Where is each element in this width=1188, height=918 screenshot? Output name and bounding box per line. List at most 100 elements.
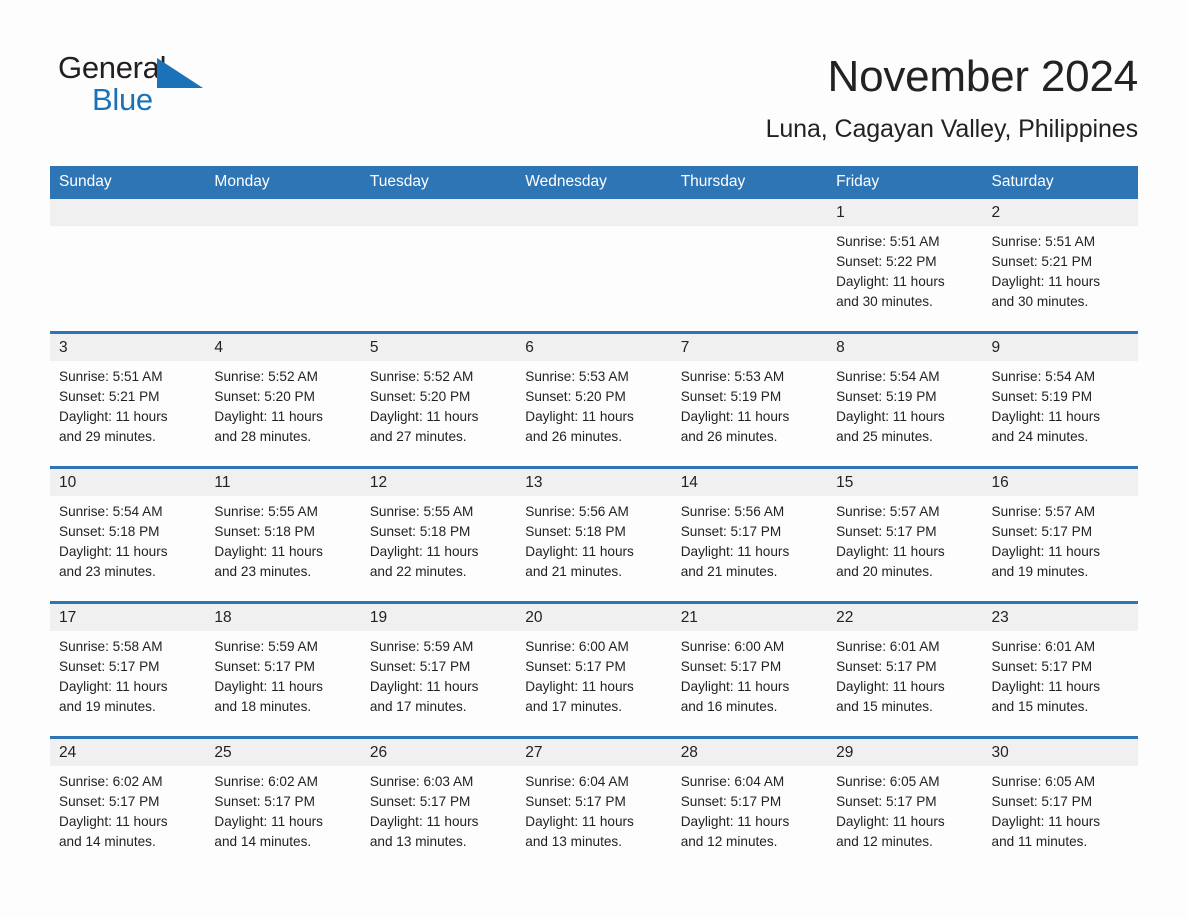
calendar-day-cell[interactable]: 6 Sunrise: 5:53 AM Sunset: 5:20 PM Daylight… — [516, 332, 672, 469]
day-cell-inner: 7 Sunrise: 5:53 AM Sunset: 5:19 PM Daylight… — [671, 333, 828, 466]
calendar-day-cell[interactable]: 13 Sunrise: 5:56 AM Sunset: 5:18 PM Dayligh… — [516, 467, 672, 604]
day-cell-inner: 19 Sunrise: 5:59 AM Sunset: 5:17 PM Dayligh… — [360, 603, 517, 736]
calendar-day-cell[interactable]: 7 Sunrise: 5:53 AM Sunset: 5:19 PM Daylight… — [671, 332, 828, 469]
sunrise-time: Sunrise: 5:54 AM — [59, 503, 163, 519]
day-cell-inner: 9 Sunrise: 5:54 AM Sunset: 5:19 PM Daylight… — [982, 333, 1138, 466]
day-details: Sunrise: 5:52 AM Sunset: 5:20 PM Daylight:… — [205, 361, 360, 447]
sunset-time: Sunset: 5:17 PM — [59, 793, 160, 809]
day-cell-inner: 24 Sunrise: 6:02 AM Sunset: 5:17 PM Dayligh… — [50, 738, 206, 871]
sunrise-time: Sunrise: 6:00 AM — [680, 638, 785, 654]
day-cell-inner: 11 Sunrise: 5:55 AM Sunset: 5:18 PM Dayligh… — [205, 468, 361, 601]
calendar-day-cell[interactable]: 26 Sunrise: 6:03 AM Sunset: 5:17 PM Dayligh… — [360, 737, 517, 871]
day-cell-inner: 2 Sunrise: 5:51 AM Sunset: 5:21 PM Daylight… — [982, 198, 1138, 331]
calendar-day-cell[interactable]: 5 Sunrise: 5:52 AM Sunset: 5:20 PM Daylight… — [360, 332, 517, 469]
calendar-day-cell[interactable]: 10 Sunrise: 5:54 AM Sunset: 5:18 PM Dayligh… — [50, 467, 206, 604]
logo-text-general: General — [58, 50, 167, 85]
sunset-time: Sunset: 5:20 PM — [369, 388, 471, 404]
sunset-time: Sunset: 5:20 PM — [214, 388, 315, 404]
calendar-day-cell[interactable]: 4 Sunrise: 5:52 AM Sunset: 5:20 PM Daylight… — [205, 332, 361, 469]
calendar-day-cell[interactable]: 24 Sunrise: 6:02 AM Sunset: 5:17 PM Dayligh… — [50, 737, 206, 871]
daylight-duration-line-2: and 13 minutes. — [369, 833, 467, 849]
daylight-duration-line-2: and 14 minutes. — [214, 833, 312, 849]
daylight-duration-line-1: Daylight: 11 hours — [369, 408, 479, 424]
day-number: 5 — [360, 333, 517, 361]
day-details: Sunrise: 5:57 AM Sunset: 5:17 PM Daylight:… — [983, 496, 1138, 582]
daylight-duration-line-2: and 21 minutes. — [680, 563, 778, 579]
sunrise-time: Sunrise: 5:51 AM — [836, 233, 940, 249]
calendar-day-cell[interactable]: 16 Sunrise: 5:57 AM Sunset: 5:17 PM Dayligh… — [982, 467, 1138, 604]
day-details: Sunrise: 6:05 AM Sunset: 5:17 PM Daylight:… — [983, 766, 1138, 852]
sunrise-time: Sunrise: 6:03 AM — [369, 773, 474, 789]
day-number: 26 — [360, 738, 517, 766]
weekday-header-monday: Monday — [205, 165, 361, 199]
daylight-duration-line-2: and 26 minutes. — [680, 428, 778, 444]
daylight-duration-line-2: and 19 minutes. — [991, 563, 1089, 579]
calendar-day-cell[interactable]: 19 Sunrise: 5:59 AM Sunset: 5:17 PM Dayligh… — [360, 602, 517, 739]
calendar-day-cell[interactable]: 1 Sunrise: 5:51 AM Sunset: 5:22 PM Daylight… — [827, 198, 983, 334]
calendar-day-cell[interactable]: 22 Sunrise: 6:01 AM Sunset: 5:17 PM Dayligh… — [827, 602, 983, 739]
daylight-duration-line-2: and 15 minutes. — [836, 698, 933, 714]
day-cell-inner: 4 Sunrise: 5:52 AM Sunset: 5:20 PM Daylight… — [205, 333, 361, 466]
day-number: 3 — [50, 333, 206, 361]
calendar-day-cell[interactable]: 21 Sunrise: 6:00 AM Sunset: 5:17 PM Dayligh… — [671, 602, 828, 739]
day-details: Sunrise: 6:01 AM Sunset: 5:17 PM Daylight:… — [983, 631, 1138, 717]
day-number: 1 — [827, 198, 983, 226]
day-details: Sunrise: 5:56 AM Sunset: 5:17 PM Daylight:… — [672, 496, 827, 582]
calendar-day-cell[interactable]: 8 Sunrise: 5:54 AM Sunset: 5:19 PM Daylight… — [827, 332, 983, 469]
calendar-day-cell[interactable]: 27 Sunrise: 6:04 AM Sunset: 5:17 PM Dayligh… — [516, 737, 672, 871]
triangle-flag-icon — [157, 58, 203, 88]
day-cell-inner: 16 Sunrise: 5:57 AM Sunset: 5:17 PM Dayligh… — [982, 468, 1138, 601]
day-details: Sunrise: 5:54 AM Sunset: 5:18 PM Daylight:… — [50, 496, 205, 582]
calendar-day-cell[interactable]: 11 Sunrise: 5:55 AM Sunset: 5:18 PM Dayligh… — [205, 467, 361, 604]
calendar-day-cell[interactable]: 28 Sunrise: 6:04 AM Sunset: 5:17 PM Dayligh… — [671, 737, 828, 871]
weekday-header-thursday: Thursday — [671, 165, 828, 199]
day-cell-inner — [516, 198, 672, 331]
day-details: Sunrise: 5:59 AM Sunset: 5:17 PM Daylight:… — [361, 631, 516, 717]
calendar-day-cell[interactable]: 30 Sunrise: 6:05 AM Sunset: 5:17 PM Dayligh… — [982, 737, 1138, 871]
calendar-day-cell[interactable]: 25 Sunrise: 6:02 AM Sunset: 5:17 PM Dayligh… — [205, 737, 361, 871]
calendar-week-row: 24 Sunrise: 6:02 AM Sunset: 5:17 PM Dayligh… — [50, 737, 1138, 871]
sunrise-time: Sunrise: 6:05 AM — [991, 773, 1096, 789]
page-title: November 2024 — [827, 52, 1139, 101]
daylight-duration-line-2: and 29 minutes. — [59, 428, 156, 444]
calendar-week-row: 3 Sunrise: 5:51 AM Sunset: 5:21 PM Daylight… — [50, 332, 1138, 469]
day-details: Sunrise: 5:55 AM Sunset: 5:18 PM Daylight:… — [361, 496, 516, 582]
calendar-day-cell[interactable]: 12 Sunrise: 5:55 AM Sunset: 5:18 PM Dayligh… — [360, 467, 517, 604]
calendar-day-cell[interactable]: 3 Sunrise: 5:51 AM Sunset: 5:21 PM Daylight… — [50, 332, 206, 469]
day-cell-inner — [671, 198, 828, 331]
sunset-time: Sunset: 5:17 PM — [680, 793, 782, 809]
day-number: 29 — [827, 738, 983, 766]
day-cell-inner: 5 Sunrise: 5:52 AM Sunset: 5:20 PM Daylight… — [360, 333, 517, 466]
day-details: Sunrise: 6:04 AM Sunset: 5:17 PM Daylight:… — [516, 766, 671, 852]
sunset-time: Sunset: 5:17 PM — [369, 658, 471, 674]
day-cell-inner: 27 Sunrise: 6:04 AM Sunset: 5:17 PM Dayligh… — [516, 738, 672, 871]
day-details: Sunrise: 5:56 AM Sunset: 5:18 PM Daylight:… — [516, 496, 671, 582]
sunrise-time: Sunrise: 5:57 AM — [836, 503, 940, 519]
calendar-day-cell[interactable]: 17 Sunrise: 5:58 AM Sunset: 5:17 PM Dayligh… — [50, 602, 206, 739]
day-cell-inner — [50, 198, 206, 331]
sunset-time: Sunset: 5:17 PM — [525, 658, 626, 674]
day-number: 14 — [671, 468, 828, 496]
day-number: 13 — [516, 468, 672, 496]
day-details: Sunrise: 5:53 AM Sunset: 5:19 PM Daylight:… — [672, 361, 827, 447]
calendar-day-cell[interactable]: 9 Sunrise: 5:54 AM Sunset: 5:19 PM Daylight… — [982, 332, 1138, 469]
day-number: 4 — [205, 333, 361, 361]
sunrise-time: Sunrise: 6:04 AM — [680, 773, 785, 789]
calendar-body: 1 Sunrise: 5:51 AM Sunset: 5:22 PM Daylight… — [50, 198, 1138, 871]
day-details: Sunrise: 5:51 AM Sunset: 5:22 PM Daylight:… — [827, 226, 982, 312]
day-number: 20 — [516, 603, 672, 631]
calendar-day-cell[interactable]: 18 Sunrise: 5:59 AM Sunset: 5:17 PM Dayligh… — [205, 602, 361, 739]
calendar-day-cell[interactable]: 23 Sunrise: 6:01 AM Sunset: 5:17 PM Dayligh… — [982, 602, 1138, 739]
calendar-day-cell[interactable]: 29 Sunrise: 6:05 AM Sunset: 5:17 PM Dayligh… — [827, 737, 983, 871]
sunset-time: Sunset: 5:17 PM — [680, 658, 782, 674]
calendar-day-cell[interactable]: 15 Sunrise: 5:57 AM Sunset: 5:17 PM Dayligh… — [827, 467, 983, 604]
weekday-header-saturday: Saturday — [982, 165, 1138, 199]
day-number — [205, 198, 361, 226]
calendar-day-cell[interactable]: 20 Sunrise: 6:00 AM Sunset: 5:17 PM Dayligh… — [516, 602, 672, 739]
location-subtitle: Luna, Cagayan Valley, Philippines — [765, 114, 1139, 143]
sunrise-time: Sunrise: 5:55 AM — [214, 503, 318, 519]
day-number: 27 — [516, 738, 672, 766]
calendar-day-cell[interactable]: 2 Sunrise: 5:51 AM Sunset: 5:21 PM Daylight… — [982, 198, 1138, 334]
calendar-day-cell[interactable]: 14 Sunrise: 5:56 AM Sunset: 5:17 PM Dayligh… — [671, 467, 828, 604]
day-number: 15 — [827, 468, 983, 496]
